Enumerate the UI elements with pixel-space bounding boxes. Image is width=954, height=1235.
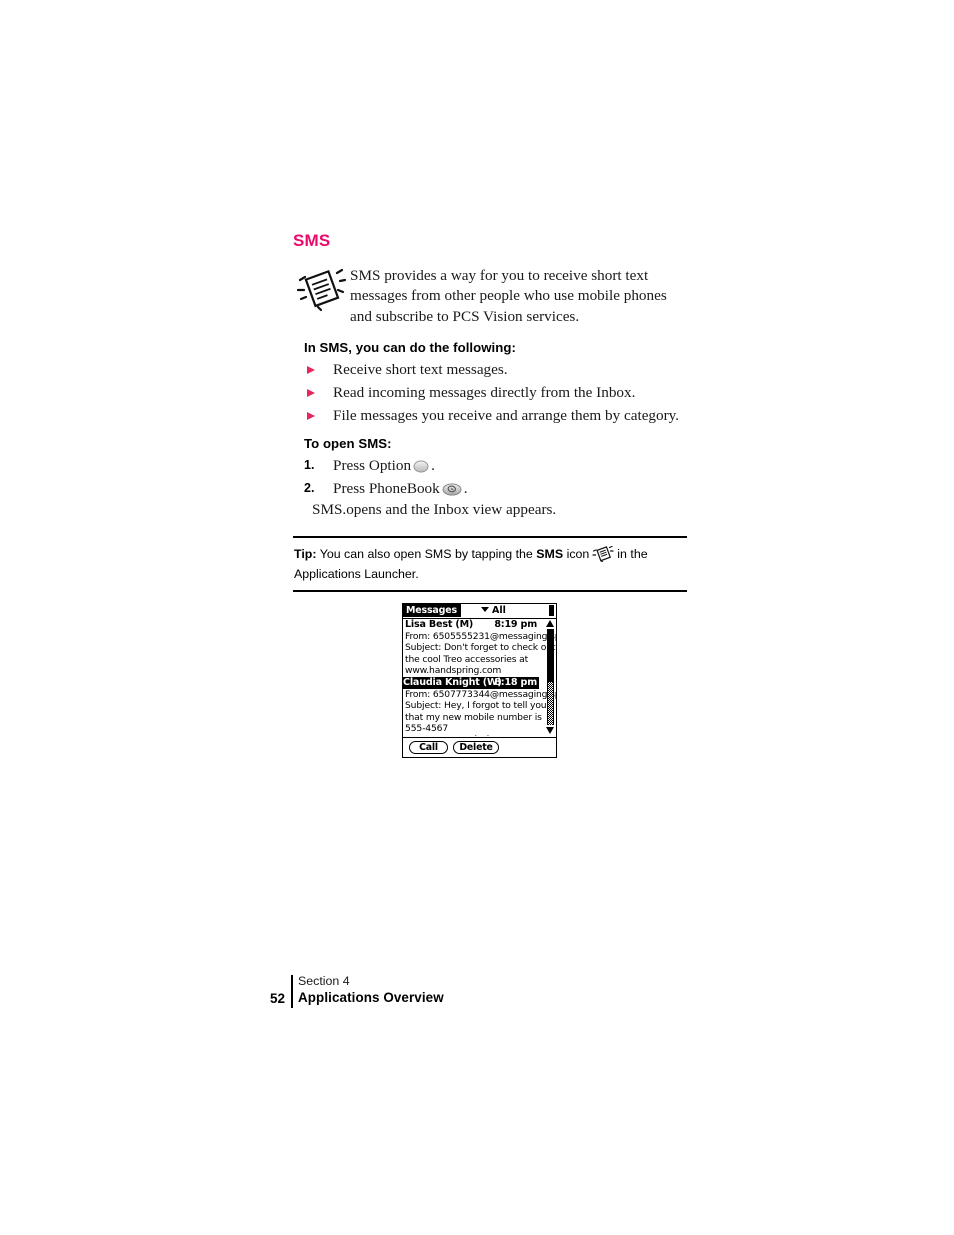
menu-bar-icon[interactable]	[549, 605, 554, 616]
message-sender: Claudia Knight (W)	[403, 676, 502, 688]
tip-label: Tip:	[294, 547, 317, 562]
message-list-lines: Lisa Best (M) 8:19 pm From: 6505555231@m…	[403, 619, 556, 736]
step-number: 1.	[304, 458, 315, 472]
call-button[interactable]: Call	[409, 741, 448, 754]
step-text: Press Option	[333, 457, 412, 474]
manual-page: SMS SMS provides a way for you to receiv…	[0, 0, 954, 1235]
message-time: 8:18 pm	[494, 676, 537, 688]
footer-section-label: Section 4	[298, 974, 350, 988]
capabilities-list: Receive short text messages. Read incomi…	[304, 358, 704, 427]
footer-section-title: Applications Overview	[298, 990, 444, 1005]
message-list[interactable]: Lisa Best (M) 8:19 pm From: 6505555231@m…	[403, 619, 556, 736]
phonebook-button-icon	[442, 480, 462, 503]
scrollbar[interactable]	[546, 620, 555, 734]
list-item-label: Read incoming messages directly from the…	[333, 384, 636, 401]
list-item: File messages you receive and arrange th…	[304, 404, 704, 427]
procedure-steps: 1. Press Option. 2. Press PhoneBook.	[304, 454, 704, 500]
page-number: 52	[269, 991, 285, 1006]
message-body-line: Subject: Hey, I forgot to tell you	[405, 700, 547, 712]
chevron-down-icon	[481, 607, 489, 612]
tip-emphasis: SMS	[536, 547, 564, 562]
message-sender: Lisa Best (M)	[405, 619, 474, 630]
tip-body: Tip: You can also open SMS by tapping th…	[293, 538, 687, 584]
step-text-tail: .	[463, 480, 468, 497]
step-item: 2. Press PhoneBook.	[304, 477, 704, 500]
device-screenshot: Messages All Lisa Best (M) 8:19 pm From:…	[402, 603, 557, 758]
message-body-line: 555-4567	[405, 723, 449, 735]
tip-text-middle: icon	[566, 547, 590, 562]
procedure-heading: To open SMS:	[304, 436, 392, 451]
message-body-line: that my new mobile number is	[405, 711, 542, 723]
message-body-line: Subject: Don't forget to check out	[405, 642, 556, 654]
device-title-bar: Messages All	[403, 604, 556, 619]
triangle-bullet-icon	[307, 366, 315, 374]
page-section-heading: SMS	[293, 231, 331, 250]
tip-rule-bottom	[293, 589, 687, 592]
procedure-result: SMS.opens and the Inbox view appears.	[312, 501, 557, 518]
message-body-line: From: 6505555231@messaging.spr	[405, 630, 556, 642]
triangle-bullet-icon	[307, 412, 315, 420]
step-text: Press PhoneBook	[333, 480, 440, 497]
capabilities-heading: In SMS, you can do the following:	[304, 340, 516, 355]
category-label: All	[492, 605, 506, 616]
message-time: 8:16 pm	[494, 735, 537, 736]
tip-text-before: You can also open SMS by tapping the	[319, 547, 533, 562]
device-app-title: Messages	[403, 604, 461, 617]
intro-paragraph: SMS provides a way for you to receive sh…	[350, 267, 667, 325]
message-row-header[interactable]: 4155558794 (M) 8:16 pm	[405, 735, 539, 736]
message-body-line: the cool Treo accessories at	[405, 653, 529, 665]
tip-callout: Tip: You can also open SMS by tapping th…	[293, 536, 687, 592]
message-body-line: www.handspring.com	[405, 665, 502, 677]
step-item: 1. Press Option.	[304, 454, 704, 477]
delete-button[interactable]: Delete	[453, 741, 499, 754]
message-sender: 4155558794 (M)	[405, 735, 491, 736]
device-button-bar: Call Delete	[403, 737, 556, 757]
list-item: Receive short text messages.	[304, 358, 704, 381]
category-selector[interactable]: All	[481, 604, 506, 618]
message-time: 8:19 pm	[494, 619, 537, 630]
scrollbar-thumb[interactable]	[547, 629, 554, 682]
footer-divider	[291, 975, 293, 1008]
step-number: 2.	[304, 481, 315, 495]
scroll-down-arrow-icon[interactable]	[546, 727, 554, 734]
list-item-label: File messages you receive and arrange th…	[333, 407, 680, 424]
message-row-header-selected[interactable]: Claudia Knight (W) 8:18 pm	[403, 676, 539, 689]
list-item-label: Receive short text messages.	[333, 361, 508, 378]
list-item: Read incoming messages directly from the…	[304, 381, 704, 404]
triangle-bullet-icon	[307, 389, 315, 397]
sms-note-icon	[592, 545, 614, 567]
message-row-header[interactable]: Lisa Best (M) 8:19 pm	[405, 619, 539, 631]
message-body-line: From: 6507773344@messaging.spr	[405, 688, 556, 700]
sms-note-icon	[294, 266, 348, 312]
page-footer: 52 Section 4 Applications Overview	[267, 974, 567, 1010]
scroll-up-arrow-icon[interactable]	[546, 620, 554, 627]
step-text-tail: .	[431, 457, 435, 474]
